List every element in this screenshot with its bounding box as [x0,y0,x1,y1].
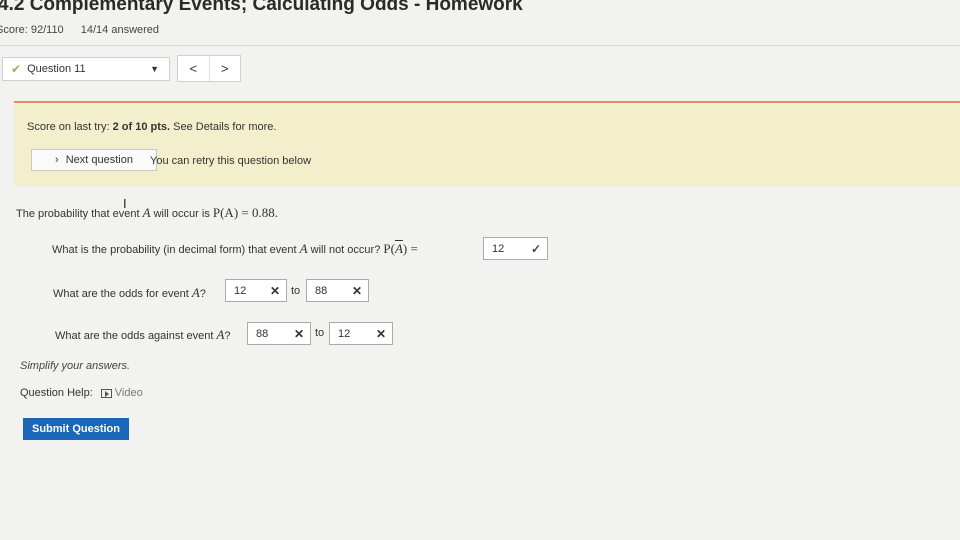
answered-text: 14/14 answered [80,24,160,36]
question-help: Question Help: Video [20,387,143,399]
q3-answer-field-1[interactable]: 88 ✕ [247,322,311,345]
score-notice: Score on last try: 2 of 10 pts. See Deta… [14,104,960,186]
q1-answer-field[interactable]: 12 ✓ [483,237,548,260]
next-question-label: Next question [65,154,133,166]
q2-answer-field-2[interactable]: 88 ✕ [306,279,369,302]
chevron-right-icon: › [55,154,59,166]
incorrect-mark-icon: ✕ [375,327,386,341]
header-divider [0,45,960,46]
question-help-label: Question Help: [20,387,93,399]
score-row: Score: 92/110 14/14 answered [0,24,173,36]
question-select-label: Question 11 [27,63,86,75]
score-text: Score: 92/110 [0,24,64,36]
question-nav: < > [177,55,241,82]
incorrect-mark-icon: ✕ [351,284,362,298]
simplify-hint: Simplify your answers. [20,360,131,372]
check-icon: ✔ [11,62,22,76]
submit-question-button[interactable]: Submit Question [23,418,129,440]
chevron-right-icon: > [220,61,229,76]
video-icon [100,388,112,398]
notice-message: Score on last try: 2 of 10 pts. See Deta… [27,121,277,133]
to-label: to [291,285,301,297]
prev-question-button[interactable]: < [178,56,210,81]
to-label: to [315,327,325,339]
q1-prompt: What is the probability (in decimal form… [52,241,418,256]
retry-text: You can retry this question below [150,155,312,167]
correct-mark-icon: ✓ [530,242,541,256]
q2-prompt: What are the odds for event A? [53,285,206,300]
divider-line [14,101,960,103]
question-select[interactable]: ✔ Question 11 ▼ [2,57,170,81]
next-question-arrow-button[interactable]: > [210,56,241,81]
caret-down-icon: ▼ [150,64,159,74]
incorrect-mark-icon: ✕ [293,327,304,341]
next-question-button[interactable]: › Next question [31,149,157,171]
q3-answer-field-2[interactable]: 12 ✕ [329,322,393,345]
problem-statement: The probability that event A will occur … [16,205,278,220]
chevron-left-icon: < [189,61,198,76]
incorrect-mark-icon: ✕ [269,284,280,298]
page-title: 4.2 Complementary Events; Calculating Od… [0,0,523,15]
q3-prompt: What are the odds against event A? [55,327,231,342]
video-link[interactable]: Video [100,387,143,399]
q2-answer-field-1[interactable]: 12 ✕ [225,279,287,302]
